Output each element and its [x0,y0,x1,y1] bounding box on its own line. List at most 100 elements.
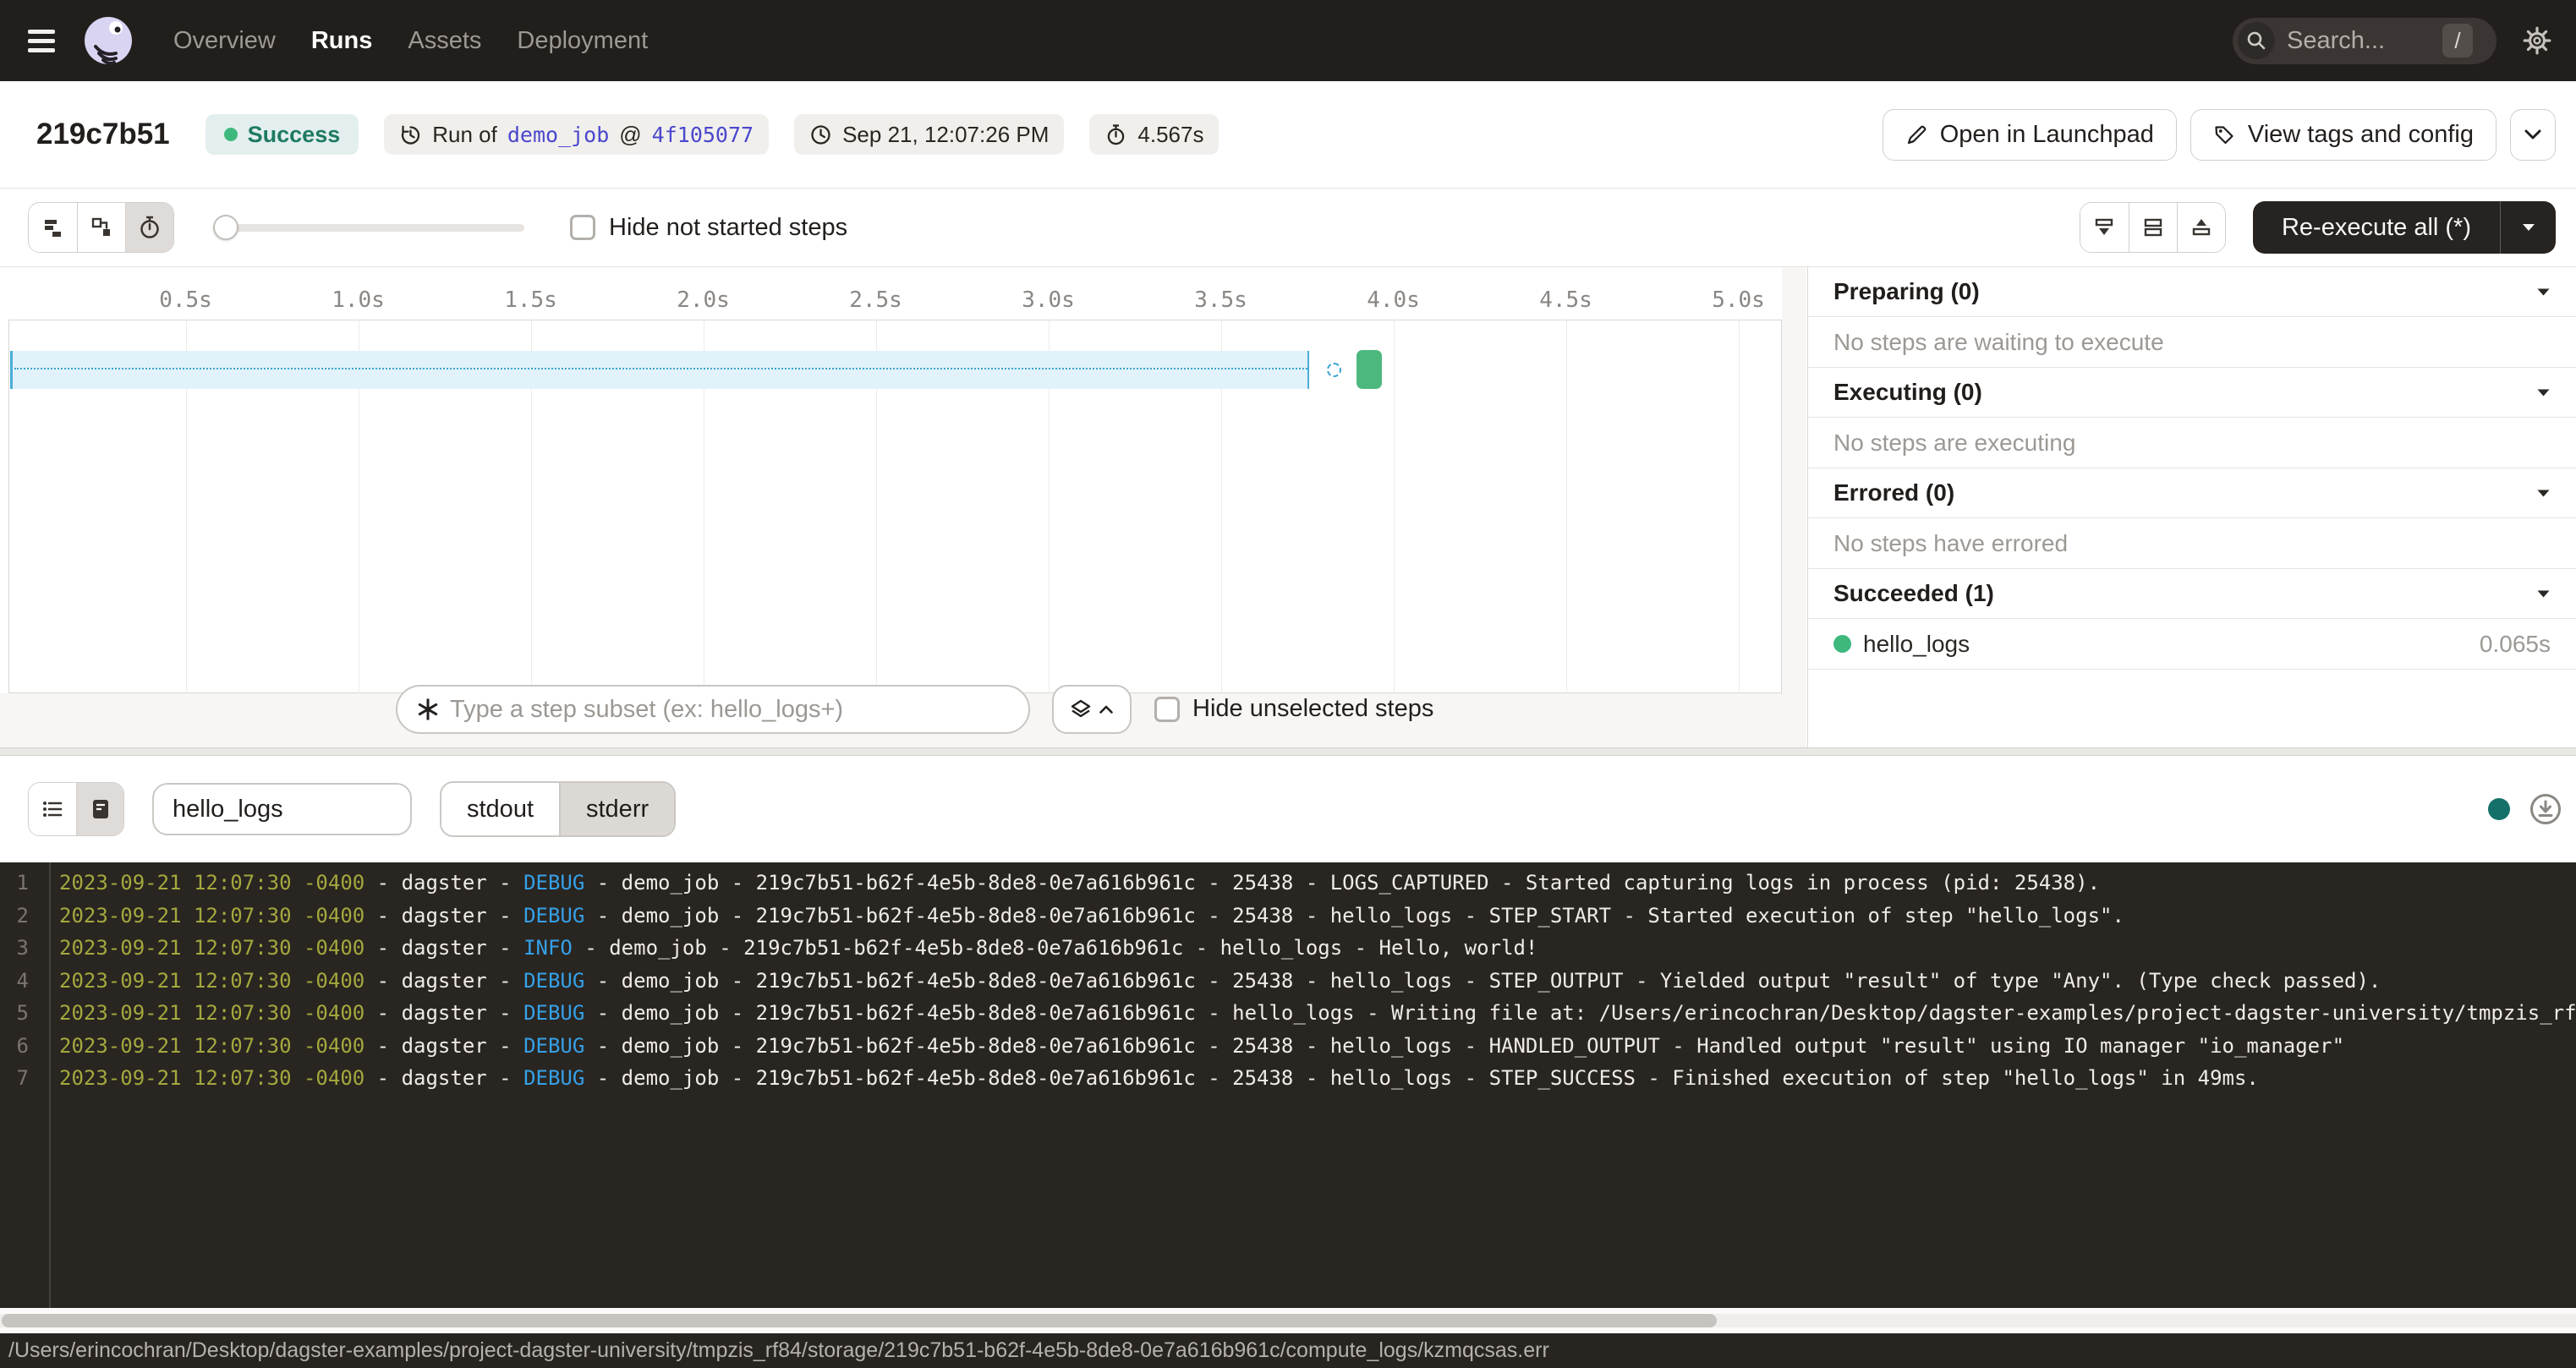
step-start-marker[interactable] [1327,363,1341,377]
axis-tick: 0.5s [144,287,228,313]
view-tags-config-label: View tags and config [2248,121,2474,149]
log-line-text: 2023-09-21 12:07:30 -0400 - dagster - DE… [39,1034,2344,1058]
gantt-flat-view-button[interactable] [29,203,77,252]
chevron-down-icon [2536,589,2551,599]
log-view-mode-group [28,782,124,836]
log-timestamp: 2023-09-21 12:07:30 -0400 [59,1001,364,1025]
log-toolbar: stdoutstderr [0,756,2576,862]
hide-unselected-label: Hide unselected steps [1192,695,1433,723]
horizontal-splitter[interactable] [0,747,2576,756]
view-tags-config-button[interactable]: View tags and config [2190,109,2497,161]
step-row-hello_logs[interactable]: hello_logs0.065s [1808,619,2576,670]
nav-item-assets[interactable]: Assets [408,27,481,55]
axis-tick: 3.0s [1006,287,1091,313]
download-icon[interactable] [2529,792,2562,826]
header-more-dropdown-button[interactable] [2510,109,2556,161]
list-icon [41,797,64,821]
log-line-text: 2023-09-21 12:07:30 -0400 - dagster - DE… [39,1001,2576,1025]
job-name-link[interactable]: demo_job [507,123,609,147]
op-selector-icon [416,698,440,721]
chevron-down-icon [2536,287,2551,297]
toolbar-left: Hide not started steps [28,202,847,253]
section-header-succeeded[interactable]: Succeeded (1) [1808,569,2576,619]
log-line-text: 2023-09-21 12:07:30 -0400 - dagster - DE… [39,969,2381,993]
commit-link[interactable]: 4f105077 [652,123,754,147]
section-title: Succeeded (1) [1833,580,2536,607]
nav-item-deployment[interactable]: Deployment [517,27,648,55]
log-message: - demo_job - 219c7b51-b62f-4e5b-8de8-0e7… [584,1066,2259,1090]
timer-icon [137,215,162,240]
hide-unselected-checkbox[interactable] [1154,697,1180,722]
split-horizontal-icon [2140,215,2166,240]
log-source: - dagster - [364,936,523,960]
run-id-title: 219c7b51 [36,118,170,151]
duration-label: 4.567s [1137,122,1203,148]
scrollbar-thumb[interactable] [2,1314,1717,1327]
log-level: INFO [523,936,573,960]
log-message: - demo_job - 219c7b51-b62f-4e5b-8de8-0e7… [584,871,2100,895]
stopwatch-icon [1104,123,1127,146]
log-line-text: 2023-09-21 12:07:30 -0400 - dagster - DE… [39,1066,2259,1090]
gridline [1566,320,1567,693]
section-header-executing[interactable]: Executing (0) [1808,368,2576,418]
section-title: Executing (0) [1833,379,2536,406]
panel-up-icon [2189,215,2214,240]
log-line-text: 2023-09-21 12:07:30 -0400 - dagster - DE… [39,904,2124,928]
slider-track[interactable] [213,224,524,232]
log-view: 12023-09-21 12:07:30 -0400 - dagster - D… [0,862,2576,1308]
log-level: DEBUG [523,1001,584,1025]
log-source: - dagster - [364,969,523,993]
log-timestamp: 2023-09-21 12:07:30 -0400 [59,936,364,960]
split-panes-button[interactable] [2129,203,2177,252]
log-timestamp: 2023-09-21 12:07:30 -0400 [59,904,364,928]
gantt-timer-view-button[interactable] [125,203,173,252]
structured-logs-button[interactable] [29,783,76,835]
gear-icon[interactable] [2522,25,2552,56]
log-message: - demo_job - 219c7b51-b62f-4e5b-8de8-0e7… [584,969,2381,993]
nav-links: Overview Runs Assets Deployment [173,27,648,55]
log-line: 72023-09-21 12:07:30 -0400 - dagster - D… [0,1062,2576,1095]
reexecute-label: Re-execute all (*) [2253,214,2500,242]
log-message: - demo_job - 219c7b51-b62f-4e5b-8de8-0e7… [584,1001,2576,1025]
hide-not-started-checkbox[interactable] [570,215,595,240]
horizontal-scrollbar [0,1308,2576,1333]
expand-bottom-pane-button[interactable] [2080,203,2129,252]
dagster-logo[interactable] [82,14,134,67]
log-line-number: 3 [0,936,39,960]
section-header-preparing[interactable]: Preparing (0) [1808,267,2576,317]
reexecute-dropdown-button[interactable] [2500,201,2556,254]
gantt-step-bar-hello-logs[interactable] [1357,350,1382,389]
panel-down-icon [2091,215,2117,240]
gantt-view-mode-group [28,202,174,253]
gridline [1739,320,1740,693]
expand-top-pane-button[interactable] [2177,203,2225,252]
search-input[interactable] [2287,27,2422,55]
section-empty-executing: No steps are executing [1808,418,2576,468]
chevron-down-icon [2521,222,2536,233]
nav-item-runs[interactable]: Runs [311,27,373,55]
log-line: 42023-09-21 12:07:30 -0400 - dagster - D… [0,965,2576,998]
reexecute-button[interactable]: Re-execute all (*) [2253,201,2556,254]
log-message: - demo_job - 219c7b51-b62f-4e5b-8de8-0e7… [584,904,2124,928]
graph-query-options-button[interactable] [1052,685,1132,734]
header-actions: Open in Launchpad View tags and config [1883,109,2556,161]
tab-stdout[interactable]: stdout [441,783,559,835]
raw-logs-button[interactable] [76,783,123,835]
gantt-waterfall-view-button[interactable] [77,203,125,252]
step-subset-input[interactable] [450,696,991,724]
hamburger-menu-icon[interactable] [28,25,55,57]
slider-knob[interactable] [213,215,238,240]
log-timestamp: 2023-09-21 12:07:30 -0400 [59,1066,364,1090]
log-level: DEBUG [523,904,584,928]
log-line-text: 2023-09-21 12:07:30 -0400 - dagster - DE… [39,871,2100,895]
search-box[interactable]: / [2233,18,2497,64]
axis-tick: 1.0s [316,287,401,313]
log-level: DEBUG [523,1066,584,1090]
section-header-errored[interactable]: Errored (0) [1808,468,2576,518]
step-status-dot [1833,635,1851,653]
tab-stderr[interactable]: stderr [559,783,674,835]
nav-item-overview[interactable]: Overview [173,27,276,55]
log-step-filter-input[interactable] [173,796,392,824]
open-launchpad-button[interactable]: Open in Launchpad [1883,109,2177,161]
gantt-zoom-slider[interactable] [213,215,524,240]
